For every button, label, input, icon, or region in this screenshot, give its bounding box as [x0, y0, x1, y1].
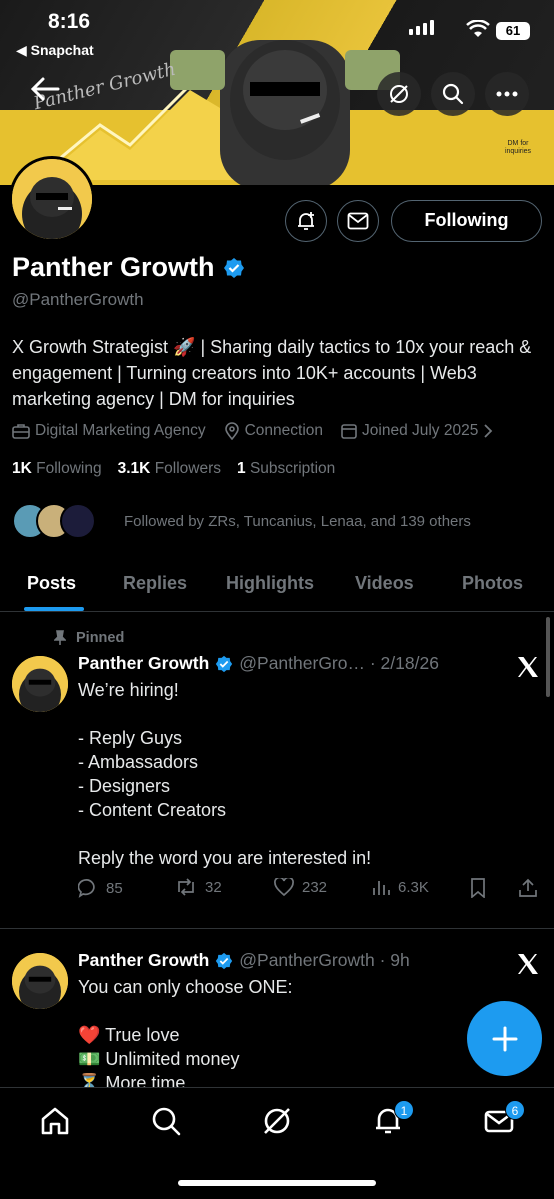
tab-replies[interactable]: Replies	[123, 573, 187, 594]
search-icon	[442, 83, 464, 105]
search-button[interactable]	[431, 72, 475, 116]
tweet-avatar[interactable]	[12, 953, 68, 1009]
subscription-count-link[interactable]: 1 Subscription	[237, 460, 335, 478]
repost-button[interactable]: 32	[175, 878, 222, 896]
share-icon	[519, 878, 537, 897]
notifications-badge: 1	[394, 1100, 414, 1120]
verified-badge-icon[interactable]	[223, 257, 245, 279]
followed-by-text: Followed by ZRs, Tuncanius, Lenaa, and 1…	[124, 512, 471, 530]
calendar-icon	[341, 424, 357, 439]
repost-icon	[178, 878, 194, 896]
profile-tabs: Posts Replies Highlights Videos Photos	[0, 560, 554, 612]
followed-by-row[interactable]: Followed by ZRs, Tuncanius, Lenaa, and 1…	[12, 503, 471, 539]
tweet-divider	[0, 928, 554, 929]
messages-badge: 6	[505, 1100, 525, 1120]
tweet-handle-time: @PantherGrowth · 9h	[239, 950, 410, 970]
reply-icon	[78, 879, 95, 898]
followers-count-link[interactable]: 3.1K Followers	[118, 460, 221, 478]
tweet-body[interactable]: You can only choose ONE: ❤️ True love 💵 …	[78, 975, 478, 1095]
chevron-right-icon	[484, 424, 493, 438]
message-button[interactable]	[337, 200, 379, 242]
heart-icon	[274, 878, 294, 896]
tab-highlights[interactable]: Highlights	[226, 573, 314, 594]
joined-date-link[interactable]: Joined July 2025	[341, 422, 493, 440]
x-logo-icon	[518, 954, 538, 974]
home-icon[interactable]	[38, 1104, 72, 1138]
grok-nav-icon[interactable]	[260, 1104, 294, 1138]
tweet-author-name[interactable]: Panther Growth	[78, 950, 209, 971]
tweet-author-name[interactable]: Panther Growth	[78, 653, 209, 674]
tweet-header: Panther Growth @PantherGrowth · 9h	[78, 950, 410, 971]
x-logo-icon	[518, 657, 538, 677]
profile-location: Connection	[244, 422, 324, 439]
wifi-icon	[466, 20, 490, 37]
profile-name: Panther Growth	[12, 252, 215, 282]
compose-post-button[interactable]	[467, 1001, 542, 1076]
notify-subscribe-button[interactable]	[285, 200, 327, 242]
plus-icon	[492, 1026, 517, 1051]
profile-joined: Joined July 2025	[362, 422, 479, 439]
panther-avatar-image	[12, 656, 68, 712]
profile-meta: Digital Marketing Agency Connection Join…	[12, 422, 493, 440]
follower-avatar	[60, 503, 96, 539]
views-button[interactable]: 6.3K	[372, 878, 429, 896]
home-indicator-bar[interactable]	[178, 1180, 376, 1186]
verified-badge-icon	[216, 655, 233, 672]
back-arrow-icon[interactable]	[30, 76, 60, 102]
tweet-header: Panther Growth @PantherGro… · 2/18/26	[78, 653, 439, 674]
profile-stats: 1K Following 3.1K Followers 1 Subscripti…	[12, 460, 335, 478]
active-tab-indicator	[24, 607, 84, 611]
pin-icon	[54, 630, 66, 645]
grok-button[interactable]	[377, 72, 421, 116]
search-nav-icon[interactable]	[149, 1104, 183, 1138]
reply-button[interactable]: 85	[78, 878, 123, 898]
bookmark-icon	[471, 878, 485, 898]
tab-posts[interactable]: Posts	[27, 573, 76, 594]
profile-name-row: Panther Growth	[12, 252, 245, 283]
tab-videos[interactable]: Videos	[355, 573, 414, 594]
panther-avatar-image	[12, 159, 92, 239]
tweet-body[interactable]: We’re hiring! - Reply Guys - Ambassadors…	[78, 678, 478, 870]
profile-handle: @PantherGrowth	[12, 290, 144, 309]
tweet-avatar[interactable]	[12, 656, 68, 712]
like-button[interactable]: 232	[274, 878, 327, 896]
grok-icon	[390, 85, 408, 103]
profile-category: Digital Marketing Agency	[35, 422, 206, 439]
tab-photos[interactable]: Photos	[462, 573, 523, 594]
signal-icon	[409, 20, 434, 35]
bookmark-button[interactable]	[470, 878, 486, 898]
profile-bio: X Growth Strategist 🚀 | Sharing daily ta…	[12, 337, 532, 409]
verified-badge-icon	[216, 952, 233, 969]
status-time: 8:16	[48, 10, 91, 33]
tweet-handle-time: @PantherGro… · 2/18/26	[239, 653, 439, 673]
following-button[interactable]: Following	[391, 200, 542, 242]
status-bar: 8:16 ◀ Snapchat 61	[0, 0, 554, 60]
more-dots-icon	[496, 91, 518, 97]
pinned-label: Pinned	[54, 630, 124, 646]
location-pin-icon	[224, 422, 239, 440]
battery-indicator: 61	[496, 22, 530, 40]
banner-dm-note: DM for inquiries	[504, 140, 532, 155]
following-count-link[interactable]: 1K Following	[12, 460, 102, 478]
envelope-icon	[347, 212, 369, 230]
panther-avatar-image	[12, 953, 68, 1009]
views-bar-icon	[373, 881, 390, 895]
briefcase-icon	[12, 424, 30, 439]
more-options-button[interactable]	[485, 72, 529, 116]
bell-plus-icon	[298, 212, 314, 230]
profile-avatar[interactable]	[9, 156, 95, 242]
back-to-app-link[interactable]: ◀ Snapchat	[16, 42, 94, 59]
scrollbar[interactable]	[546, 617, 550, 697]
share-button[interactable]	[518, 878, 538, 898]
